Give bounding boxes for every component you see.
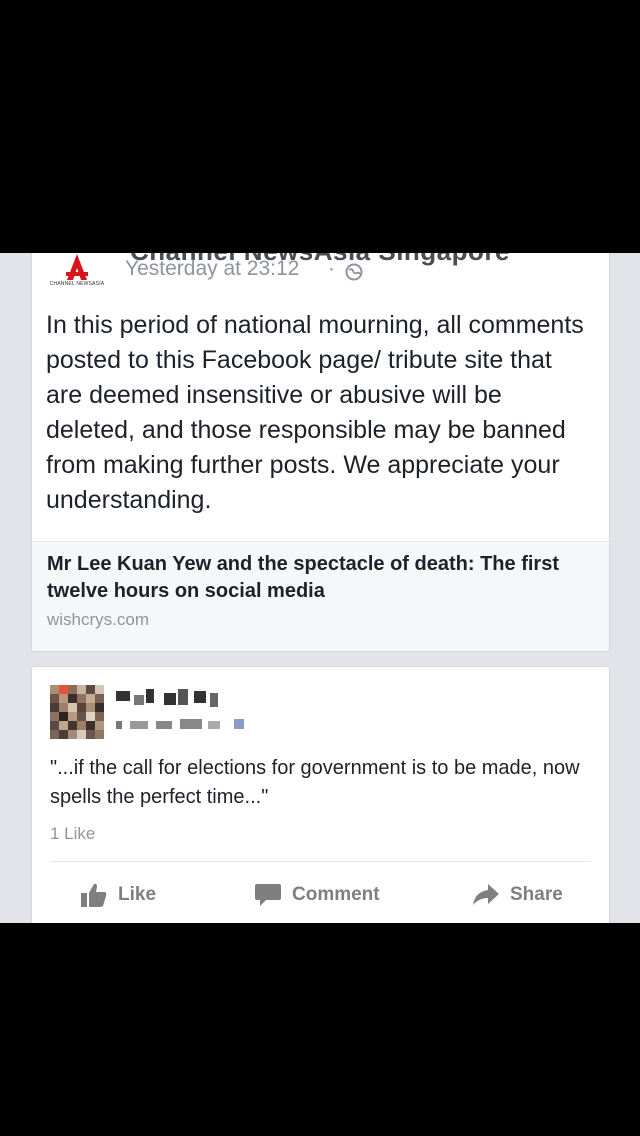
like-button[interactable]: Like xyxy=(80,877,156,913)
meta-separator: · xyxy=(328,257,335,280)
share-label: Share xyxy=(510,884,563,905)
comment-button[interactable]: Comment xyxy=(254,877,380,913)
globe-icon xyxy=(345,263,363,281)
comment-bubble-icon xyxy=(255,884,281,906)
avatar[interactable] xyxy=(50,685,104,739)
bottom-black-bar xyxy=(0,923,640,1136)
comment-label: Comment xyxy=(292,884,380,905)
redacted-commenter-name[interactable] xyxy=(116,689,226,707)
divider xyxy=(50,861,591,862)
channel-newsasia-logo[interactable]: CHANNEL NEWSASIA xyxy=(46,253,108,292)
comment-card: "...if the call for elections for govern… xyxy=(31,666,610,923)
post-body-text: In this period of national mourning, all… xyxy=(46,311,584,514)
link-preview[interactable]: Mr Lee Kuan Yew and the spectacle of dea… xyxy=(32,541,609,651)
post-timestamp[interactable]: Yesterday at 23:12 xyxy=(125,257,299,281)
link-title[interactable]: Mr Lee Kuan Yew and the spectacle of dea… xyxy=(47,551,577,605)
comment-text: "...if the call for elections for govern… xyxy=(50,757,580,808)
link-domain: wishcrys.com xyxy=(47,610,150,629)
redacted-comment-meta xyxy=(116,719,256,731)
comment-like-count[interactable]: 1 Like xyxy=(50,824,95,844)
share-button[interactable]: Share xyxy=(472,877,563,913)
facebook-feed: Channel NewsAsia Singapore CHANNEL NEWSA… xyxy=(0,253,640,923)
top-black-bar xyxy=(0,0,640,253)
share-arrow-icon xyxy=(473,884,499,905)
thumbs-up-icon xyxy=(81,883,107,907)
post-card: Channel NewsAsia Singapore CHANNEL NEWSA… xyxy=(31,253,610,652)
logo-text: CHANNEL NEWSASIA xyxy=(49,281,105,287)
like-label: Like xyxy=(118,884,157,905)
